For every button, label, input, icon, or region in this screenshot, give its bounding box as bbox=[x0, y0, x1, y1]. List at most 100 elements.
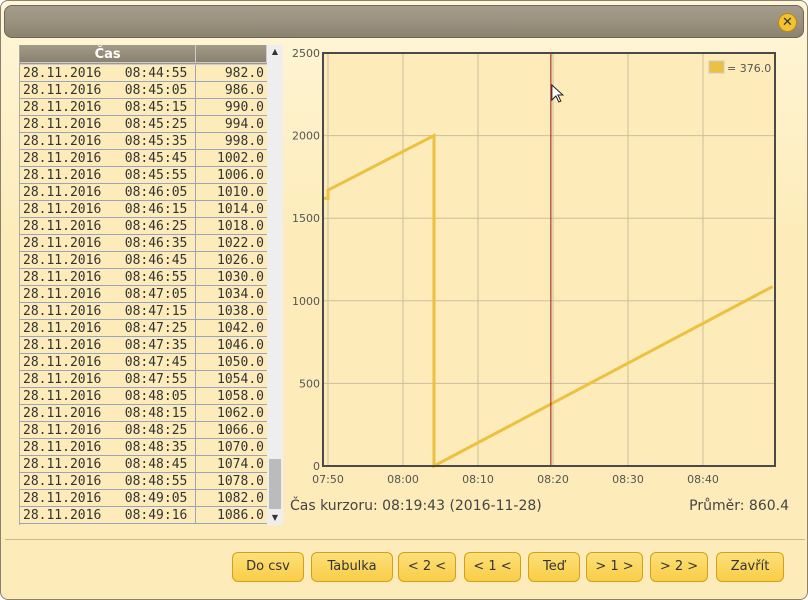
cell-time: 28.11.2016 08:45:55 bbox=[20, 167, 197, 183]
cell-value: 1038.0 bbox=[217, 304, 264, 319]
y-tick-label: 2500 bbox=[292, 47, 320, 60]
back-2-button[interactable]: < 2 < bbox=[398, 552, 456, 582]
table-row[interactable]: 28.11.2016 08:45:05 986.0 bbox=[20, 82, 267, 99]
cell-value: 1042.0 bbox=[217, 321, 264, 336]
y-tick-label: 500 bbox=[299, 377, 320, 390]
cell-value: 998.0 bbox=[224, 134, 264, 149]
table-row[interactable]: 28.11.2016 08:48:45 1074.0 bbox=[20, 456, 267, 473]
column-header-value[interactable] bbox=[196, 45, 267, 62]
table-row[interactable]: 28.11.2016 08:45:55 1006.0 bbox=[20, 167, 267, 184]
table-row[interactable]: 28.11.2016 08:48:55 1078.0 bbox=[20, 473, 267, 490]
table-row[interactable]: 28.11.2016 08:49:05 1082.0 bbox=[20, 490, 267, 507]
table-row[interactable]: 28.11.2016 08:48:35 1070.0 bbox=[20, 439, 267, 456]
cell-time: 28.11.2016 08:46:45 bbox=[20, 252, 197, 268]
close-icon[interactable]: ✕ bbox=[778, 13, 797, 32]
data-table: Čas 28.11.2016 08:44:55 982.0 28.11.2016 0… bbox=[19, 45, 267, 525]
cell-value: 1070.0 bbox=[217, 440, 264, 455]
cell-value: 1074.0 bbox=[217, 457, 264, 472]
cell-time: 28.11.2016 08:45:05 bbox=[20, 82, 197, 98]
x-tick-label: 07:50 bbox=[312, 473, 344, 486]
table-row[interactable]: 28.11.2016 08:48:05 1058.0 bbox=[20, 388, 267, 405]
cell-value: 1010.0 bbox=[217, 185, 264, 200]
now-button[interactable]: Teď bbox=[528, 552, 580, 582]
cell-time: 28.11.2016 08:47:55 bbox=[20, 371, 197, 387]
table-row[interactable]: 28.11.2016 08:48:25 1066.0 bbox=[20, 422, 267, 439]
cell-time: 28.11.2016 08:48:25 bbox=[20, 422, 197, 438]
cell-value: 1006.0 bbox=[217, 168, 264, 183]
table-row[interactable]: 28.11.2016 08:46:55 1030.0 bbox=[20, 269, 267, 286]
cell-value: 1014.0 bbox=[217, 202, 264, 217]
forward-2-button[interactable]: > 2 > bbox=[650, 552, 708, 582]
csv-export-button[interactable]: Do csv bbox=[232, 552, 304, 582]
cell-value: 1046.0 bbox=[217, 338, 264, 353]
x-tick-label: 08:30 bbox=[612, 473, 644, 486]
cell-time: 28.11.2016 08:46:05 bbox=[20, 184, 197, 200]
cell-value: 1058.0 bbox=[217, 389, 264, 404]
back-1-button[interactable]: < 1 < bbox=[464, 552, 521, 582]
y-tick-label: 2000 bbox=[292, 130, 320, 143]
x-tick-label: 08:00 bbox=[387, 473, 419, 486]
table-row[interactable]: 28.11.2016 08:46:35 1022.0 bbox=[20, 235, 267, 252]
cell-value: 1034.0 bbox=[217, 287, 264, 302]
table-row[interactable]: 28.11.2016 08:45:35 998.0 bbox=[20, 133, 267, 150]
y-tick-label: 0 bbox=[313, 460, 320, 473]
table-button[interactable]: Tabulka bbox=[311, 552, 393, 582]
cell-time: 28.11.2016 08:45:25 bbox=[20, 116, 197, 132]
cell-time: 28.11.2016 08:47:45 bbox=[20, 354, 197, 370]
table-row[interactable]: 28.11.2016 08:48:15 1062.0 bbox=[20, 405, 267, 422]
cell-time: 28.11.2016 08:47:05 bbox=[20, 286, 197, 302]
cell-time: 28.11.2016 08:47:15 bbox=[20, 303, 197, 319]
cell-time: 28.11.2016 08:49:05 bbox=[20, 490, 197, 506]
cell-time: 28.11.2016 08:45:15 bbox=[20, 99, 197, 115]
table-row[interactable]: 28.11.2016 08:46:05 1010.0 bbox=[20, 184, 267, 201]
table-row[interactable]: 28.11.2016 08:49:16 1086.0 bbox=[20, 507, 267, 524]
scrollbar-thumb[interactable] bbox=[269, 459, 281, 509]
cell-value: 1026.0 bbox=[217, 253, 264, 268]
cursor-time-label: Čas kurzoru: 08:19:43 (2016-11-28) bbox=[290, 498, 542, 514]
table-row[interactable]: 28.11.2016 08:45:25 994.0 bbox=[20, 116, 267, 133]
divider bbox=[5, 539, 805, 540]
column-header-time[interactable]: Čas bbox=[20, 45, 197, 62]
cell-time: 28.11.2016 08:46:25 bbox=[20, 218, 197, 234]
x-tick-label: 08:10 bbox=[462, 473, 494, 486]
cell-time: 28.11.2016 08:46:15 bbox=[20, 201, 197, 217]
table-row[interactable]: 28.11.2016 08:45:15 990.0 bbox=[20, 99, 267, 116]
line-chart[interactable]: 0 500 1000 1500 2000 2500 07:50 08:00 08:10 08:20… bbox=[281, 41, 801, 491]
table-row[interactable]: 28.11.2016 08:47:25 1042.0 bbox=[20, 320, 267, 337]
table-row[interactable]: 28.11.2016 08:47:15 1038.0 bbox=[20, 303, 267, 320]
cell-time: 28.11.2016 08:48:55 bbox=[20, 473, 197, 489]
y-tick-label: 1500 bbox=[292, 212, 320, 225]
table-header: Čas bbox=[20, 45, 267, 65]
cell-value: 1030.0 bbox=[217, 270, 264, 285]
cell-value: 1050.0 bbox=[217, 355, 264, 370]
legend-swatch bbox=[708, 60, 725, 74]
legend-label: = 376.0 bbox=[727, 62, 771, 75]
table-row[interactable]: 28.11.2016 08:47:05 1034.0 bbox=[20, 286, 267, 303]
cell-value: 1002.0 bbox=[217, 151, 264, 166]
cell-value: 1078.0 bbox=[217, 474, 264, 489]
cell-value: 986.0 bbox=[224, 83, 264, 98]
close-button[interactable]: Zavřít bbox=[716, 552, 784, 582]
cell-value: 1086.0 bbox=[217, 508, 264, 523]
table-row[interactable]: 28.11.2016 08:46:15 1014.0 bbox=[20, 201, 267, 218]
cell-time: 28.11.2016 08:48:05 bbox=[20, 388, 197, 404]
cell-time: 28.11.2016 08:47:35 bbox=[20, 337, 197, 353]
forward-1-button[interactable]: > 1 > bbox=[586, 552, 643, 582]
table-row[interactable]: 28.11.2016 08:47:55 1054.0 bbox=[20, 371, 267, 388]
cell-value: 1082.0 bbox=[217, 491, 264, 506]
cell-value: 1054.0 bbox=[217, 372, 264, 387]
cell-time: 28.11.2016 08:44:55 bbox=[20, 65, 197, 81]
cell-time: 28.11.2016 08:46:35 bbox=[20, 235, 197, 251]
table-row[interactable]: 28.11.2016 08:47:35 1046.0 bbox=[20, 337, 267, 354]
table-row[interactable]: 28.11.2016 08:47:45 1050.0 bbox=[20, 354, 267, 371]
table-row[interactable]: 28.11.2016 08:44:55 982.0 bbox=[20, 65, 267, 82]
average-label: Průměr: 860.4 bbox=[689, 498, 789, 514]
cell-value: 982.0 bbox=[224, 66, 264, 81]
table-row[interactable]: 28.11.2016 08:46:45 1026.0 bbox=[20, 252, 267, 269]
scroll-down-icon[interactable]: ▼ bbox=[267, 511, 283, 525]
table-row[interactable]: 28.11.2016 08:46:25 1018.0 bbox=[20, 218, 267, 235]
title-bar[interactable]: ✕ bbox=[4, 5, 804, 38]
cell-value: 1022.0 bbox=[217, 236, 264, 251]
table-row[interactable]: 28.11.2016 08:45:45 1002.0 bbox=[20, 150, 267, 167]
cell-time: 28.11.2016 08:48:15 bbox=[20, 405, 197, 421]
